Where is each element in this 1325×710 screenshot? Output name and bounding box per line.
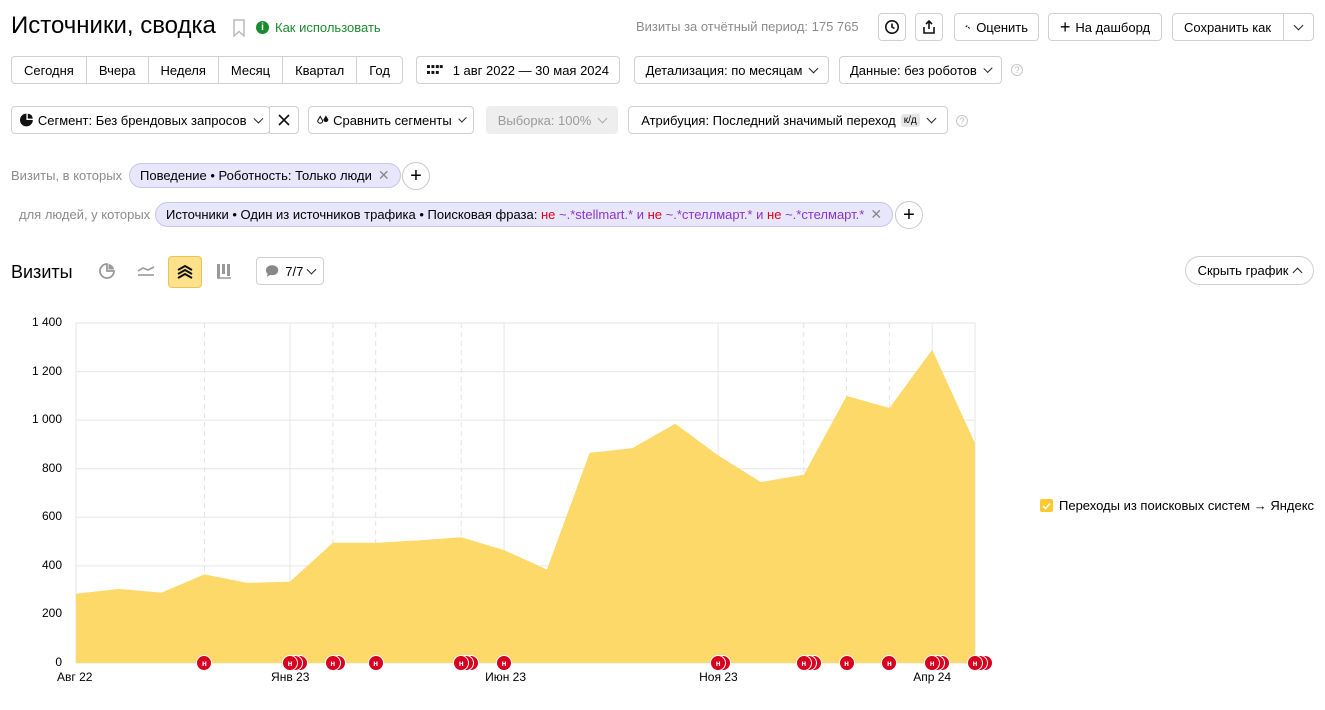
annotation-marker[interactable]: н [967,655,983,671]
annotation-marker[interactable]: н [795,655,812,671]
check-icon [1042,502,1051,510]
annotation-marker[interactable]: н [367,655,384,671]
annotation-marker[interactable]: н [324,655,341,671]
legend-checkbox[interactable] [1040,499,1053,512]
annotation-marker[interactable]: н [282,655,299,671]
annotation-marker[interactable]: н [838,655,855,671]
area-series [76,349,975,663]
visits-area-chart [75,322,976,664]
legend-item[interactable]: Переходы из поисковых систем → Яндекс [1040,498,1314,513]
annotation-marker[interactable]: н [496,655,513,671]
legend-label: Переходы из поисковых систем → Яндекс [1059,498,1315,513]
